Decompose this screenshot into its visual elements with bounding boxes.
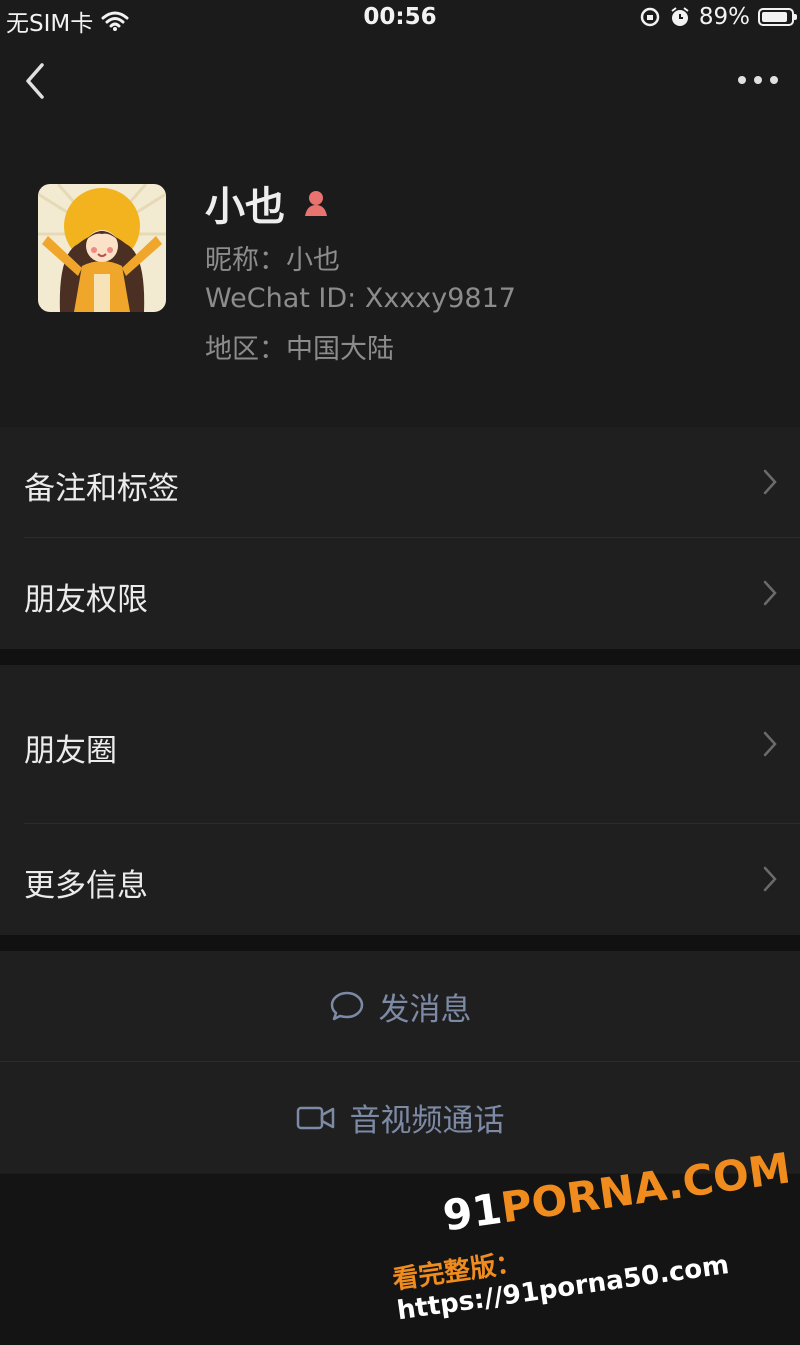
watermark-brand-prefix: 91 [440, 1183, 505, 1241]
chat-bubble-icon [330, 991, 363, 1021]
region-text: 地区：中国大陆 [205, 334, 394, 365]
row-moments[interactable]: 朋友圈 [0, 665, 800, 823]
profile-name: 小也 [205, 184, 285, 230]
back-icon[interactable] [18, 58, 58, 104]
profile-name-row: 小也 [205, 174, 333, 232]
section-separator [0, 935, 800, 951]
row-friend-permissions[interactable]: 朋友权限 [0, 538, 800, 649]
female-icon [305, 191, 327, 216]
video-call-button[interactable]: 音视频通话 [0, 1062, 800, 1173]
row-remarks-tags[interactable]: 备注和标签 [0, 427, 800, 537]
moments-group: 朋友圈 更多信息 [0, 665, 800, 935]
more-options-icon[interactable] [736, 68, 780, 92]
status-bar: 无SIM卡 00:56 89% [0, 0, 800, 40]
actions-group: 发消息 音视频通话 [0, 951, 800, 1173]
row-label: 备注和标签 [24, 471, 179, 507]
video-camera-icon [296, 1106, 334, 1129]
row-label: 更多信息 [24, 868, 148, 904]
settings-group: 备注和标签 朋友权限 [0, 427, 800, 649]
send-message-label: 发消息 [378, 991, 472, 1028]
alarm-icon [671, 7, 689, 26]
wechat-id-text: WeChat ID: Xxxxy9817 [205, 283, 516, 314]
battery-percent: 89% [698, 4, 750, 30]
status-right: 89% [639, 4, 797, 30]
avatar[interactable] [38, 184, 166, 312]
row-more-info[interactable]: 更多信息 [0, 824, 800, 935]
section-separator [0, 649, 800, 665]
send-message-button[interactable]: 发消息 [0, 951, 800, 1061]
chevron-right-icon [763, 731, 777, 757]
chevron-right-icon [763, 866, 777, 892]
video-call-label: 音视频通话 [349, 1103, 505, 1139]
battery-fill [762, 12, 787, 22]
chevron-right-icon [763, 469, 777, 495]
row-label: 朋友圈 [24, 733, 117, 769]
row-label: 朋友权限 [24, 582, 148, 618]
nickname-text: 昵称：小也 [205, 245, 340, 276]
chevron-right-icon [763, 580, 777, 606]
battery-icon [758, 8, 797, 26]
rotation-lock-icon [640, 7, 660, 27]
